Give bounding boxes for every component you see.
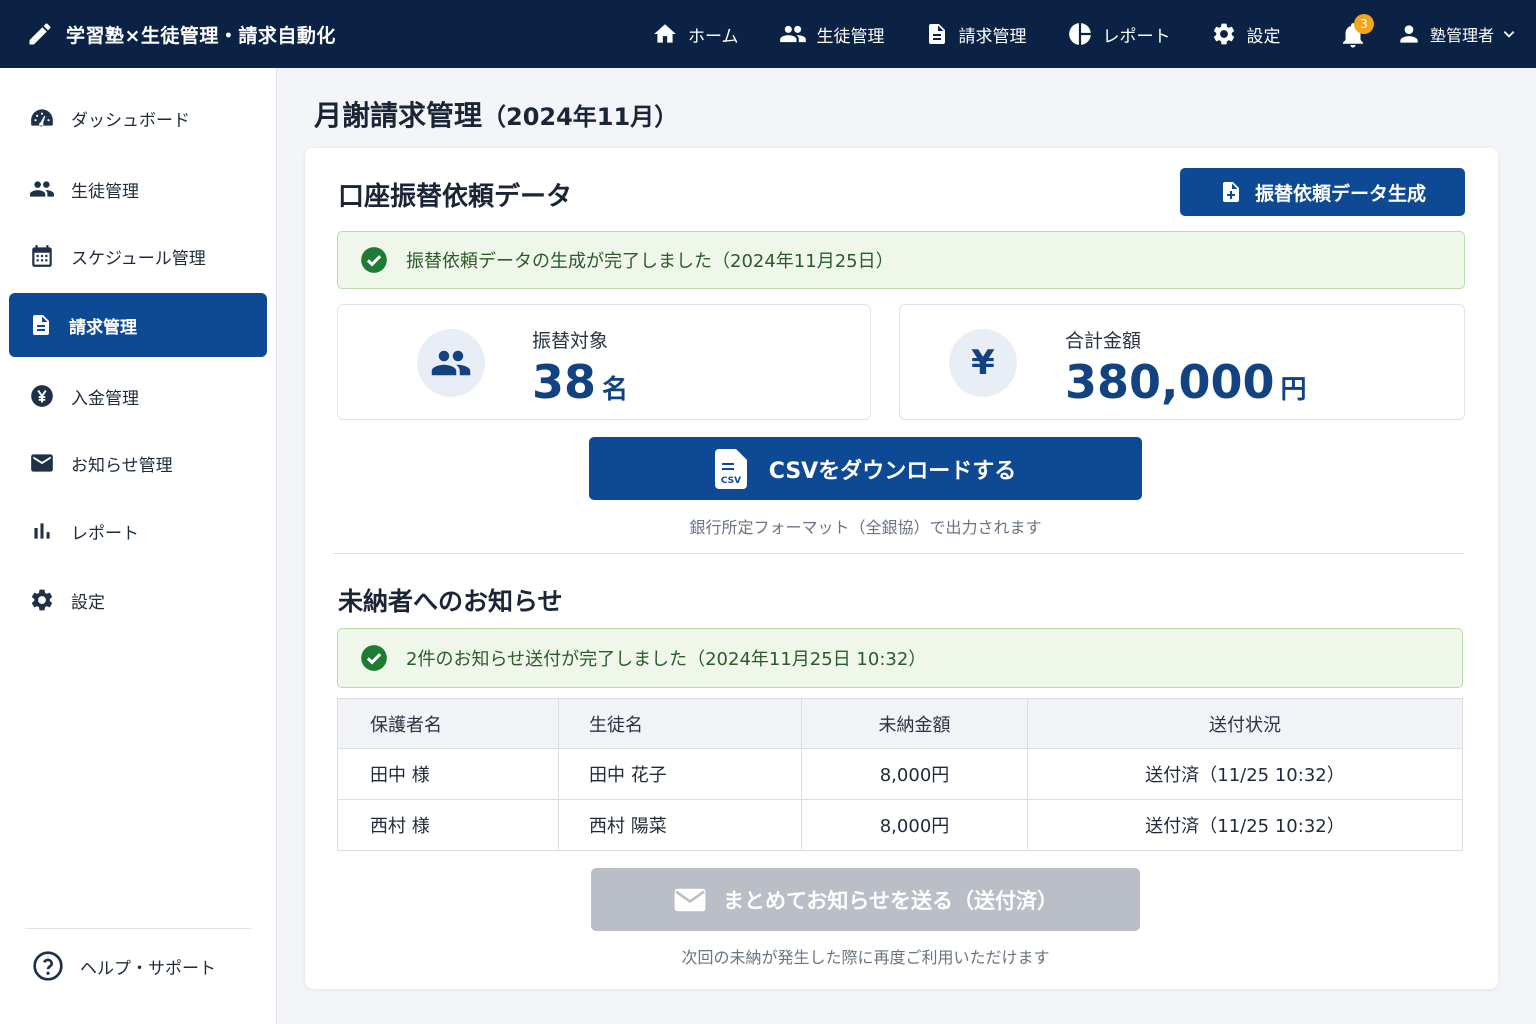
- status-cell: 送付済（11/25 10:32）: [1027, 799, 1463, 851]
- unpaid-table: 保護者名 生徒名 未納金額 送付状況 田中 様 田中 花子 8,000円 送付済…: [337, 698, 1463, 851]
- pie-chart-icon: [1068, 23, 1091, 45]
- people-icon: [779, 25, 806, 43]
- yen-icon: ¥: [971, 343, 995, 383]
- csv-file-icon: CSV: [714, 448, 747, 489]
- home-icon: [654, 24, 676, 43]
- pencil-icon: [29, 23, 51, 45]
- table-row: 田中 様 田中 花子 8,000円 送付済（11/25 10:32）: [337, 748, 1463, 800]
- column-header-student: 生徒名: [558, 698, 802, 749]
- yen-icon: [31, 385, 53, 407]
- csv-label: CSV: [721, 476, 741, 486]
- csv-download-button[interactable]: CSV CSVをダウンロードする: [589, 437, 1142, 500]
- yen-icon-circle: ¥: [949, 329, 1017, 397]
- app-title: 学習塾×生徒管理・請求自動化: [66, 24, 336, 47]
- help-link[interactable]: ヘルプ・サポート: [32, 948, 216, 984]
- page-title: 月謝請求管理（2024年11月）: [314, 99, 679, 132]
- total-amount-value: 380,000 円: [1065, 355, 1307, 409]
- amount-cell: 8,000円: [801, 799, 1028, 851]
- transfer-target-stat: 振替対象 38 名: [337, 304, 871, 420]
- gear-icon: [31, 589, 53, 611]
- user-name: 塾管理者: [1430, 26, 1495, 45]
- sidebar-divider: [25, 928, 251, 929]
- guardian-cell: 西村 様: [337, 799, 559, 851]
- sidebar: ダッシュボード 生徒管理 スケジュール管理 請求管理 入金管理 お知らせ管理 レ…: [0, 68, 277, 1024]
- table-header-row: 保護者名 生徒名 未納金額 送付状況: [337, 698, 1463, 749]
- section-divider: [333, 553, 1464, 554]
- main-nav: ホーム 生徒管理 請求管理 レポート 設定: [652, 0, 1321, 68]
- generate-transfer-button[interactable]: 振替依頼データ生成: [1180, 168, 1465, 216]
- check-circle-icon: [361, 247, 387, 273]
- help-icon: [33, 951, 63, 981]
- transfer-target-label: 振替対象: [532, 330, 609, 352]
- nav-settings[interactable]: 設定: [1211, 21, 1281, 47]
- sidebar-item-payments[interactable]: 入金管理: [9, 364, 267, 428]
- notice-success-alert: 2件のお知らせ送付が完了しました（2024年11月25日 10:32）: [337, 628, 1463, 688]
- page-period: （2024年11月）: [482, 103, 679, 131]
- sidebar-item-notices[interactable]: お知らせ管理: [9, 431, 267, 495]
- total-amount-label: 合計金額: [1065, 330, 1142, 352]
- document-icon: [928, 24, 945, 44]
- document-icon: [33, 315, 49, 335]
- sidebar-item-students[interactable]: 生徒管理: [9, 157, 267, 221]
- transfer-target-value: 38 名: [532, 355, 629, 409]
- transfer-success-alert: 振替依頼データの生成が完了しました（2024年11月25日）: [337, 231, 1465, 289]
- nav-reports[interactable]: レポート: [1067, 21, 1171, 47]
- guardian-cell: 田中 様: [337, 748, 559, 800]
- mail-icon: [31, 454, 53, 472]
- column-header-guardian: 保護者名: [337, 698, 559, 749]
- check-circle-icon: [361, 645, 387, 671]
- unpaid-section-title: 未納者へのお知らせ: [338, 587, 563, 616]
- total-amount-stat: ¥ 合計金額 380,000 円: [899, 304, 1465, 420]
- bar-chart-icon: [34, 523, 50, 539]
- people-icon: [30, 181, 54, 197]
- calendar-icon: [32, 245, 52, 267]
- notification-button[interactable]: 3: [1338, 14, 1374, 50]
- sidebar-item-reports[interactable]: レポート: [9, 499, 267, 563]
- app-brand[interactable]: 学習塾×生徒管理・請求自動化: [26, 20, 336, 48]
- table-row: 西村 様 西村 陽菜 8,000円 送付済（11/25 10:32）: [337, 799, 1463, 851]
- file-add-icon: [1222, 182, 1239, 202]
- amount-cell: 8,000円: [801, 748, 1028, 800]
- nav-students[interactable]: 生徒管理: [779, 20, 885, 48]
- person-icon: [1400, 25, 1418, 43]
- student-cell: 田中 花子: [558, 748, 802, 800]
- bulk-notice-button[interactable]: まとめてお知らせを送る（送付済）: [591, 868, 1140, 931]
- nav-billing[interactable]: 請求管理: [925, 21, 1027, 47]
- column-header-amount: 未納金額: [801, 698, 1028, 749]
- column-header-status: 送付状況: [1027, 698, 1463, 749]
- transfer-section-title: 口座振替依頼データ: [338, 182, 573, 212]
- top-bar: 学習塾×生徒管理・請求自動化 ホーム 生徒管理 請求管理 レポート 設定 3 塾…: [0, 0, 1536, 68]
- student-cell: 西村 陽菜: [558, 799, 802, 851]
- sidebar-item-schedule[interactable]: スケジュール管理: [9, 224, 267, 288]
- csv-format-note: 銀行所定フォーマット（全銀協）で出力されます: [689, 518, 1042, 537]
- user-menu[interactable]: 塾管理者: [1396, 0, 1516, 68]
- bulk-notice-note: 次回の未納が発生した際に再度ご利用いただけます: [681, 948, 1050, 967]
- people-icon: [431, 350, 471, 376]
- status-cell: 送付済（11/25 10:32）: [1027, 748, 1463, 800]
- dashboard-icon: [31, 109, 53, 127]
- people-icon-circle: [417, 329, 485, 397]
- sidebar-item-dashboard[interactable]: ダッシュボード: [9, 86, 267, 150]
- nav-home[interactable]: ホーム: [652, 21, 739, 47]
- notification-badge: 3: [1354, 14, 1374, 34]
- sidebar-item-settings[interactable]: 設定: [9, 568, 267, 632]
- sidebar-item-billing[interactable]: 請求管理: [9, 293, 267, 357]
- mail-icon: [674, 888, 706, 911]
- chevron-down-icon: [1503, 31, 1515, 38]
- gear-icon: [1213, 23, 1234, 45]
